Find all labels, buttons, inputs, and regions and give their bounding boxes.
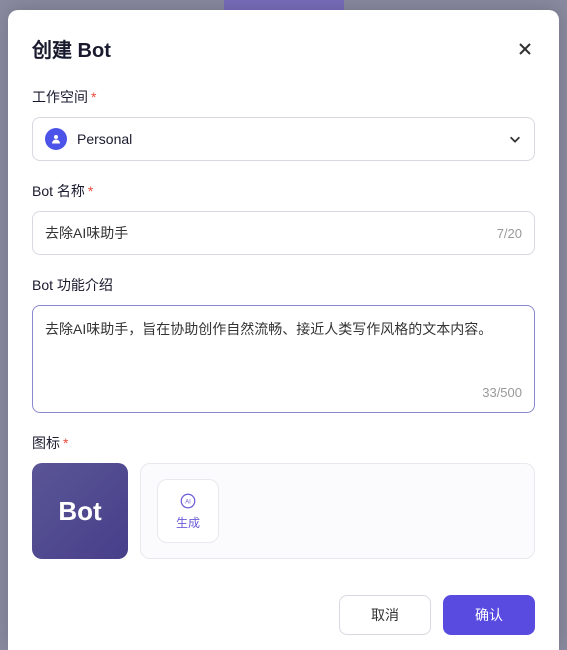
close-icon	[517, 41, 533, 57]
workspace-label-text: 工作空间	[32, 89, 88, 105]
bot-desc-textarea[interactable]	[45, 318, 522, 374]
workspace-group: 工作空间* Personal	[32, 87, 535, 161]
required-mark: *	[91, 89, 96, 105]
workspace-select[interactable]: Personal	[32, 117, 535, 161]
close-button[interactable]	[515, 39, 535, 59]
bot-desc-count: 33/500	[45, 385, 522, 400]
bot-name-label-text: Bot 名称	[32, 183, 85, 199]
bot-icon-text: Bot	[58, 496, 101, 527]
confirm-button[interactable]: 确认	[443, 595, 535, 635]
bot-name-group: Bot 名称* 7/20	[32, 181, 535, 255]
cancel-button[interactable]: 取消	[339, 595, 431, 635]
bot-name-count: 7/20	[497, 226, 522, 241]
person-icon	[45, 128, 67, 150]
bot-icon-label: 图标*	[32, 433, 535, 453]
svg-text:AI: AI	[185, 499, 191, 505]
ai-icon: AI	[179, 492, 197, 510]
bot-desc-box: 33/500	[32, 305, 535, 413]
bot-desc-group: Bot 功能介绍 33/500	[32, 275, 535, 413]
bot-name-input[interactable]	[45, 225, 489, 241]
icon-row: Bot AI 生成	[32, 463, 535, 559]
bot-name-label: Bot 名称*	[32, 181, 535, 201]
icon-gen-panel: AI 生成	[140, 463, 535, 559]
required-mark: *	[88, 183, 93, 199]
workspace-value: Personal	[77, 131, 508, 147]
modal-footer: 取消 确认	[32, 579, 535, 635]
bot-icon-label-text: 图标	[32, 435, 60, 451]
modal-title: 创建 Bot	[32, 34, 111, 63]
required-mark: *	[63, 435, 68, 451]
generate-label: 生成	[176, 514, 200, 531]
bot-icon-preview[interactable]: Bot	[32, 463, 128, 559]
bot-icon-group: 图标* Bot AI 生成	[32, 433, 535, 559]
workspace-label: 工作空间*	[32, 87, 535, 107]
generate-icon-button[interactable]: AI 生成	[157, 479, 219, 543]
modal-header: 创建 Bot	[32, 34, 535, 63]
bot-desc-label: Bot 功能介绍	[32, 275, 535, 295]
create-bot-modal: 创建 Bot 工作空间* Personal Bot 名称*	[8, 10, 559, 650]
bot-name-input-wrap: 7/20	[32, 211, 535, 255]
chevron-down-icon	[508, 132, 522, 146]
